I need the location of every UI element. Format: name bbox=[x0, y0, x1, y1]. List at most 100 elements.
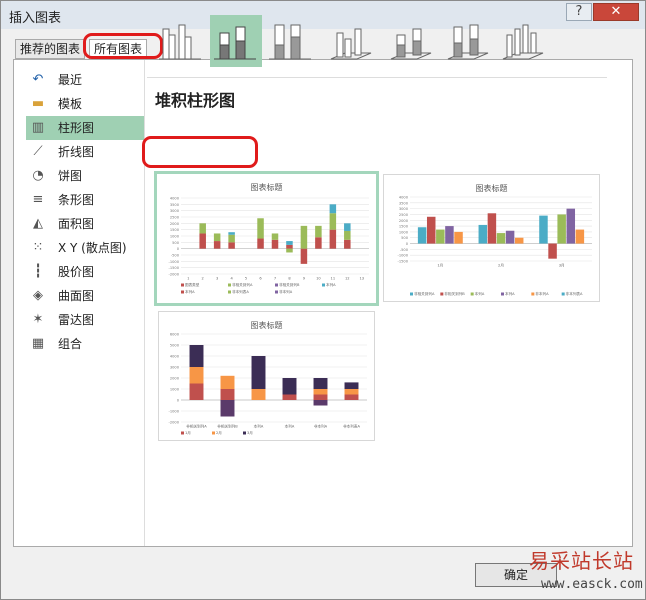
area-chart-icon: ◭ bbox=[33, 216, 43, 231]
chart-bar bbox=[286, 248, 293, 253]
sidebar-item-radar-chart[interactable]: ✶ 雷达图 bbox=[26, 308, 144, 332]
legend-swatch bbox=[470, 292, 474, 296]
subtype-3d-100-stacked-column[interactable] bbox=[442, 15, 494, 67]
sidebar-item-folder[interactable]: ▬ 模板 bbox=[26, 92, 144, 116]
line-chart-icon: ⟋ bbox=[33, 144, 43, 159]
sidebar-item-recent[interactable]: ↶ 最近 bbox=[26, 68, 144, 92]
chart-preview-3-svg: 6000 5000 4000 3000 2000 1000 0 -1000 -2000 非相关到列… bbox=[169, 333, 367, 435]
legend-swatch bbox=[531, 292, 535, 296]
subtype-3d-column[interactable] bbox=[497, 15, 549, 67]
legend-swatch bbox=[275, 290, 278, 294]
chart-bar bbox=[496, 233, 506, 244]
x-tick-label: 7 bbox=[274, 277, 276, 281]
tab-highlight-annotation bbox=[83, 33, 163, 59]
chart-bar bbox=[344, 382, 359, 389]
chart-bar bbox=[344, 394, 359, 400]
chart-bar bbox=[514, 237, 524, 244]
chart-bar bbox=[213, 233, 221, 242]
legend-swatch bbox=[181, 283, 184, 287]
subtype-clustered-column[interactable] bbox=[155, 15, 207, 67]
chart-bar bbox=[329, 213, 337, 230]
y-tick-label: 500 bbox=[401, 236, 409, 240]
chart-bar bbox=[329, 204, 337, 214]
x-tick-label: 2 bbox=[202, 277, 204, 281]
legend-swatch bbox=[501, 292, 504, 296]
chart-bar bbox=[220, 389, 235, 400]
y-tick-label: 4000 bbox=[399, 196, 409, 200]
y-tick-label: -1000 bbox=[398, 254, 409, 258]
sidebar-item-bar-chart[interactable]: ≡ 条形图 bbox=[26, 188, 144, 212]
sidebar-item-label: 最近 bbox=[58, 73, 83, 87]
sidebar-item-column-chart[interactable]: ▥ 柱形图 bbox=[26, 116, 144, 140]
y-tick-label: 5000 bbox=[170, 344, 180, 348]
subtype-3d-stacked-column[interactable] bbox=[385, 15, 437, 67]
tab-recommended-charts[interactable]: 推荐的图表 bbox=[15, 39, 86, 59]
legend-swatch bbox=[275, 283, 278, 287]
y-tick-label: 2000 bbox=[170, 377, 180, 381]
legend-label: 2月 bbox=[216, 430, 222, 435]
legend-label: 非本列表A bbox=[566, 291, 583, 296]
y-tick-label: 3000 bbox=[399, 207, 409, 211]
sidebar-item-label: 股价图 bbox=[58, 265, 95, 279]
chart-bar bbox=[313, 400, 328, 406]
chart-preview-1[interactable]: 图表标题 4000 3500 3000 2500 2000 1500 1000 500 0 -50… bbox=[154, 171, 379, 306]
y-tick-label: 2500 bbox=[399, 213, 409, 217]
chart-bar bbox=[300, 248, 308, 264]
chart-bar bbox=[282, 378, 297, 395]
legend-swatch bbox=[212, 431, 215, 435]
sidebar-item-combo-chart[interactable]: ▦ 组合 bbox=[26, 332, 144, 356]
chart-bar bbox=[313, 394, 328, 400]
x-tick-label: 本列A bbox=[285, 424, 295, 429]
sidebar-item-area-chart[interactable]: ◭ 面积图 bbox=[26, 212, 144, 236]
help-button[interactable]: ? bbox=[566, 3, 592, 21]
y-tick-label: -1500 bbox=[398, 260, 409, 264]
chart-bar bbox=[426, 216, 436, 244]
chart-bar bbox=[487, 213, 497, 244]
chart-bar bbox=[344, 223, 351, 231]
folder-icon: ▬ bbox=[31, 96, 45, 111]
subtype-stacked-column[interactable] bbox=[210, 15, 262, 67]
sidebar-item-scatter-chart[interactable]: ⁙ X Y (散点图) bbox=[26, 236, 144, 260]
legend-swatch bbox=[410, 292, 413, 296]
y-tick-label: 1000 bbox=[399, 230, 409, 234]
chart-bar bbox=[213, 241, 221, 249]
subtype-100-stacked-column[interactable] bbox=[265, 15, 317, 67]
sidebar-item-label: X Y (散点图) bbox=[58, 241, 127, 255]
chart-bar bbox=[271, 233, 279, 240]
y-tick-label: -500 bbox=[400, 248, 409, 252]
chart-bar bbox=[189, 367, 204, 384]
sidebar-item-stock-chart[interactable]: ┇ 股价图 bbox=[26, 260, 144, 284]
chart-preview-2[interactable]: 图表标题 4000 3500 3000 2500 2000 1500 1000 500 0 -50… bbox=[383, 174, 600, 302]
chart-bar bbox=[189, 383, 204, 400]
chart-bar bbox=[315, 225, 322, 238]
x-tick-label: 13 bbox=[359, 277, 364, 281]
y-tick-label: 1000 bbox=[170, 235, 180, 239]
close-button[interactable]: ✕ bbox=[593, 3, 639, 21]
legend-swatch bbox=[561, 292, 565, 296]
column-chart-icon: ▥ bbox=[31, 120, 45, 135]
y-tick-label: 6000 bbox=[170, 333, 180, 337]
y-tick-label: 3000 bbox=[170, 209, 180, 213]
3d-clustered-column-icon bbox=[330, 28, 372, 60]
x-tick-label: 1 bbox=[187, 277, 189, 281]
chart-bar bbox=[220, 400, 235, 417]
x-tick-label: 非本列表A bbox=[343, 424, 360, 429]
sidebar-item-pie-chart[interactable]: ◔ 饼图 bbox=[26, 164, 144, 188]
chart-bar bbox=[257, 218, 264, 239]
chart-bar bbox=[575, 229, 585, 244]
sidebar-item-surface-chart[interactable]: ◈ 曲面图 bbox=[26, 284, 144, 308]
chart-preview-3[interactable]: 图表标题 6000 5000 4000 3000 2000 1000 0 -1000 -2000… bbox=[158, 311, 375, 441]
subtype-3d-clustered-column[interactable] bbox=[325, 15, 377, 67]
chart-bar bbox=[445, 226, 454, 244]
chart-bar bbox=[251, 356, 266, 389]
x-tick-label: 6 bbox=[259, 277, 262, 281]
chart-bar bbox=[539, 215, 548, 244]
legend-swatch bbox=[322, 283, 325, 287]
chart-bar bbox=[313, 389, 328, 395]
chart-bar bbox=[344, 389, 359, 395]
chart-bar bbox=[189, 345, 204, 367]
chart-bar bbox=[344, 230, 351, 240]
chart-type-sidebar: ↶ 最近 ▬ 模板 ▥ 柱形图 ⟋ 折线图 ◔ 饼图 ≡ 条形图 ◭ 面积图 ⁙ X Y (散点图) ┇ 股价图 ◈… bbox=[26, 68, 146, 356]
sidebar-item-line-chart[interactable]: ⟋ 折线图 bbox=[26, 140, 144, 164]
chart-bar bbox=[329, 229, 337, 249]
